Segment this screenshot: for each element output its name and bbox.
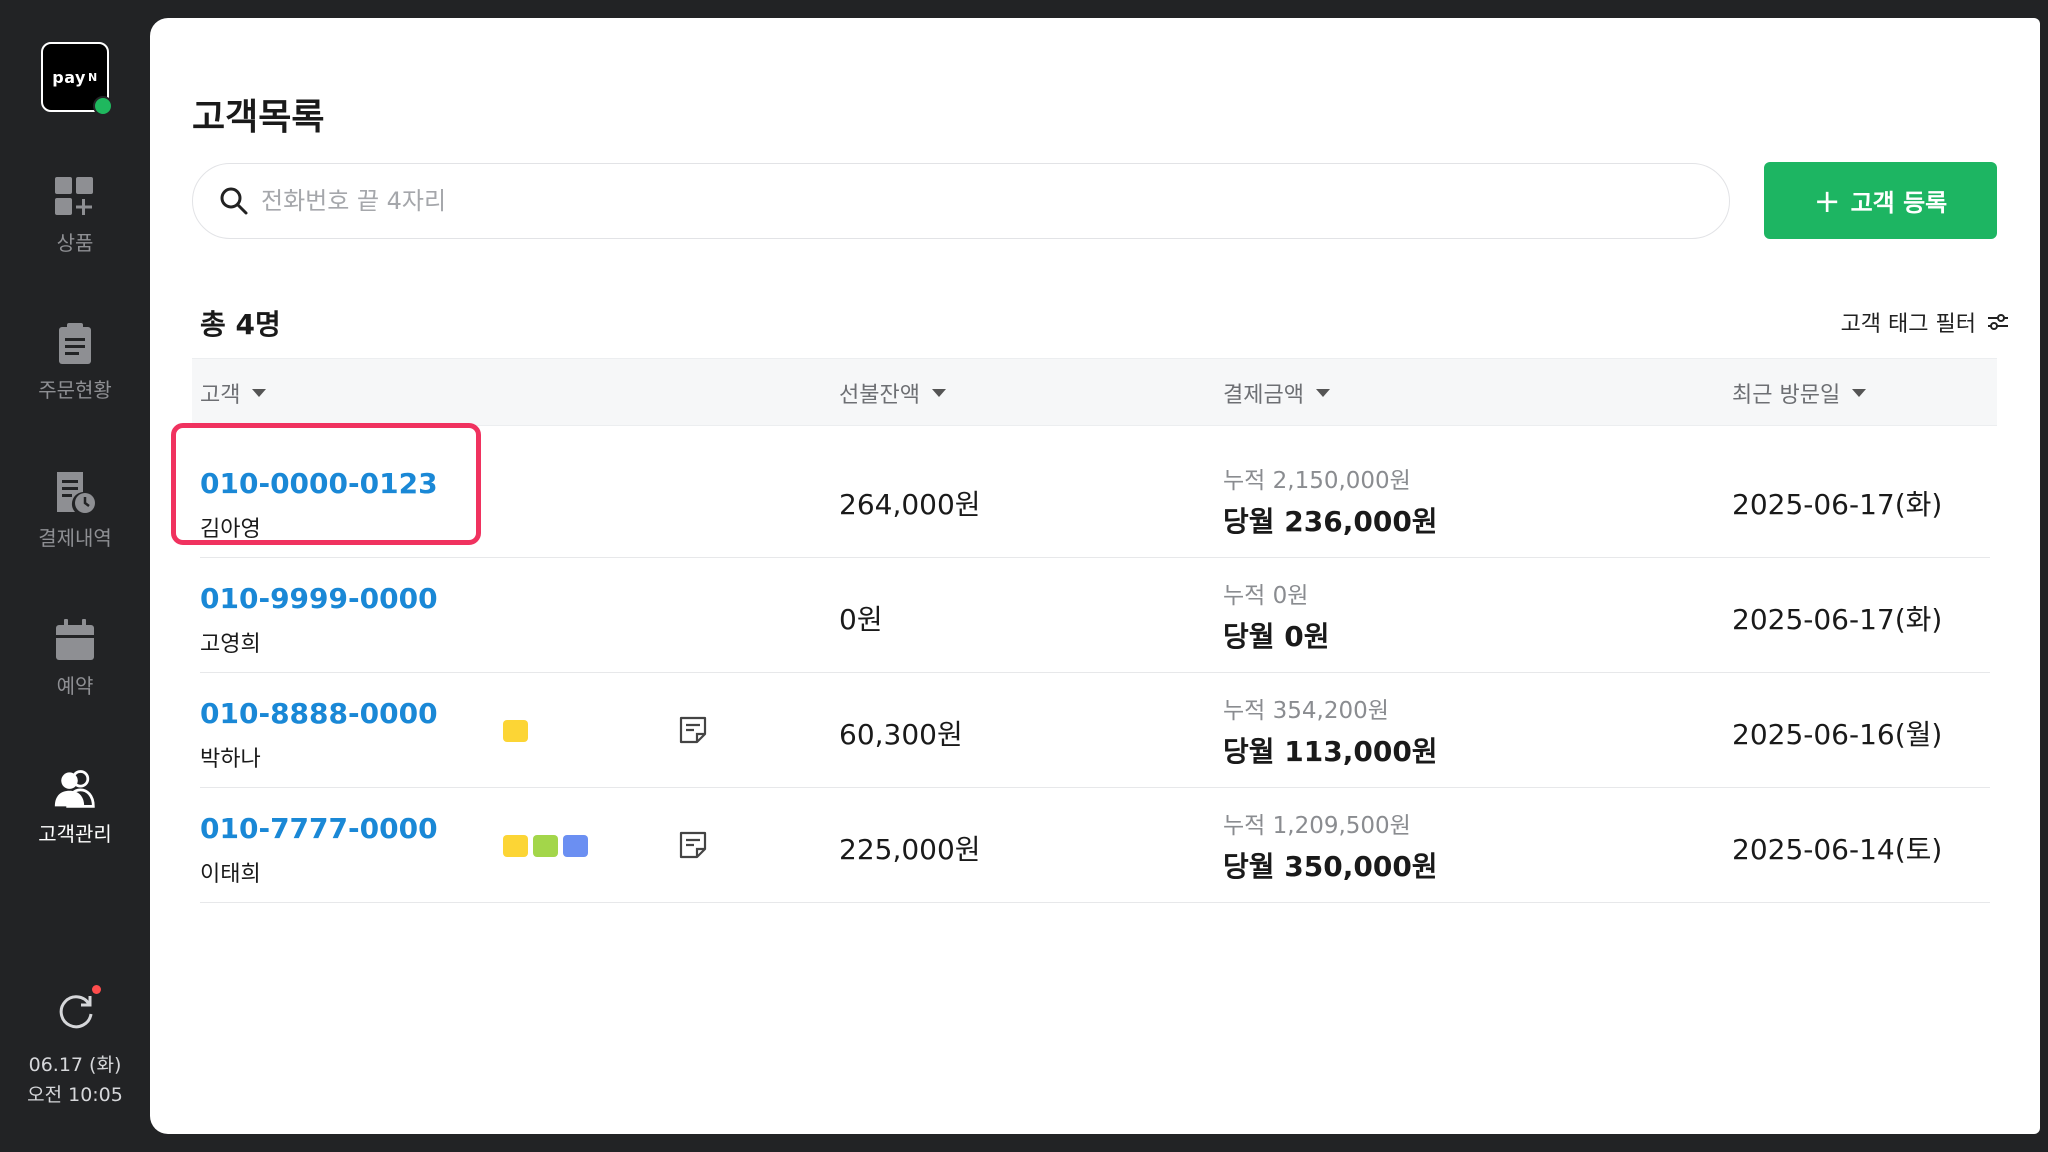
column-header-customer[interactable]: 고객 [200, 359, 267, 427]
sidebar-item-label: 고객관리 [38, 822, 112, 846]
customer-name: 김아영 [200, 517, 261, 542]
prepaid-balance: 0원 [839, 603, 883, 636]
logo-suffix: N [87, 70, 98, 84]
sync-icon[interactable] [56, 990, 96, 1030]
search-bar[interactable] [192, 163, 1730, 239]
cumulative-payment: 누적 1,209,500원 [1223, 813, 1411, 839]
tag-filter-label: 고객 태그 필터 [1840, 312, 1976, 337]
sidebar-item-orders[interactable]: 주문현황 [0, 322, 150, 403]
plus-icon: + [1813, 181, 1841, 220]
calendar-icon [56, 619, 94, 660]
tag-chip [503, 720, 528, 742]
monthly-payment: 당월 236,000원 [1223, 505, 1438, 538]
users-icon [54, 770, 95, 808]
notification-dot [92, 985, 101, 994]
current-date: 06.17 (화) [28, 1054, 122, 1076]
caret-down-icon [1852, 389, 1867, 397]
customer-phone[interactable]: 010-0000-0123 [200, 467, 438, 500]
column-label: 최근 방문일 [1732, 383, 1841, 408]
last-visit-date: 2025-06-14(토) [1732, 833, 1943, 866]
caret-down-icon [252, 389, 267, 397]
grid-plus-icon [55, 177, 93, 215]
customer-phone[interactable]: 010-7777-0000 [200, 812, 438, 845]
monthly-payment: 당월 0원 [1223, 620, 1330, 653]
cumulative-payment: 누적 354,200원 [1223, 698, 1389, 724]
column-header-prepaid[interactable]: 선불잔액 [839, 359, 946, 427]
add-customer-button[interactable]: + 고객 등록 [1764, 162, 1997, 239]
customer-name: 박하나 [200, 747, 261, 772]
add-customer-label: 고객 등록 [1850, 189, 1948, 217]
prepaid-balance: 225,000원 [839, 833, 981, 866]
receipt-clock-icon [57, 472, 95, 513]
current-time: 오전 10:05 [27, 1084, 123, 1106]
customer-name: 이태희 [200, 862, 261, 887]
prepaid-balance: 60,300원 [839, 718, 963, 751]
page-title: 고객목록 [192, 97, 325, 138]
column-label: 고객 [200, 383, 241, 408]
tag-chip [533, 835, 558, 857]
caret-down-icon [1315, 389, 1330, 397]
cumulative-payment: 누적 0원 [1223, 583, 1309, 609]
sidebar-item-label: 주문현황 [38, 378, 112, 402]
customer-name: 고영희 [200, 632, 261, 657]
tag-filter-button[interactable]: 고객 태그 필터 [1841, 306, 2010, 338]
caret-down-icon [931, 389, 946, 397]
tag-chip [503, 835, 528, 857]
table-row[interactable]: 010-9999-0000 고영희 0원 누적 0원 당월 0원 2025-06… [200, 558, 1990, 673]
customer-count: 총 4명 [200, 308, 281, 341]
memo-icon[interactable] [678, 830, 708, 860]
column-label: 결제금액 [1223, 383, 1304, 408]
clipboard-icon [59, 323, 91, 364]
last-visit-date: 2025-06-17(화) [1732, 603, 1943, 636]
sidebar-item-customers[interactable]: 고객관리 [0, 766, 150, 847]
column-label: 선불잔액 [839, 383, 920, 408]
monthly-payment: 당월 113,000원 [1223, 735, 1438, 768]
last-visit-date: 2025-06-17(화) [1732, 488, 1943, 521]
main-panel: 고객목록 + 고객 등록 총 4명 고객 태그 필터 고객 선불잔액 결제금액 [150, 18, 2040, 1134]
search-input[interactable] [261, 187, 1661, 215]
sidebar: pay N 상품 주문현황 결제내역 예약 고객관리 06.17 (화) 오전 … [0, 0, 150, 1152]
table-row[interactable]: 010-8888-0000 박하나 60,300원 누적 354,200원 당월… [200, 673, 1990, 788]
prepaid-balance: 264,000원 [839, 488, 981, 521]
customer-tags [503, 835, 588, 857]
filter-sliders-icon [1988, 314, 2008, 330]
sidebar-item-label: 예약 [56, 674, 94, 698]
sidebar-item-products[interactable]: 상품 [0, 175, 150, 256]
table-row[interactable]: 010-0000-0123 김아영 264,000원 누적 2,150,000원… [200, 443, 1990, 558]
customer-tags [503, 720, 528, 742]
customer-phone[interactable]: 010-8888-0000 [200, 697, 438, 730]
column-header-payment[interactable]: 결제금액 [1223, 359, 1330, 427]
last-visit-date: 2025-06-16(월) [1732, 718, 1943, 751]
cumulative-payment: 누적 2,150,000원 [1223, 468, 1411, 494]
sidebar-item-label: 상품 [56, 231, 94, 255]
tag-chip [563, 835, 588, 857]
logo-text: pay [52, 67, 86, 87]
sidebar-item-payments[interactable]: 결제내역 [0, 470, 150, 551]
column-header-last-visit[interactable]: 최근 방문일 [1732, 359, 1867, 427]
memo-icon[interactable] [678, 715, 708, 745]
datetime-display: 06.17 (화) 오전 10:05 [0, 1050, 150, 1110]
search-icon [220, 187, 248, 215]
online-status-dot [93, 96, 113, 116]
sidebar-item-reservations[interactable]: 예약 [0, 618, 150, 699]
monthly-payment: 당월 350,000원 [1223, 850, 1438, 883]
customer-phone[interactable]: 010-9999-0000 [200, 582, 438, 615]
table-row[interactable]: 010-7777-0000 이태희 225,000원 누적 1,209,500원… [200, 788, 1990, 903]
table-header: 고객 선불잔액 결제금액 최근 방문일 [192, 358, 1997, 426]
sidebar-item-label: 결제내역 [38, 526, 112, 550]
